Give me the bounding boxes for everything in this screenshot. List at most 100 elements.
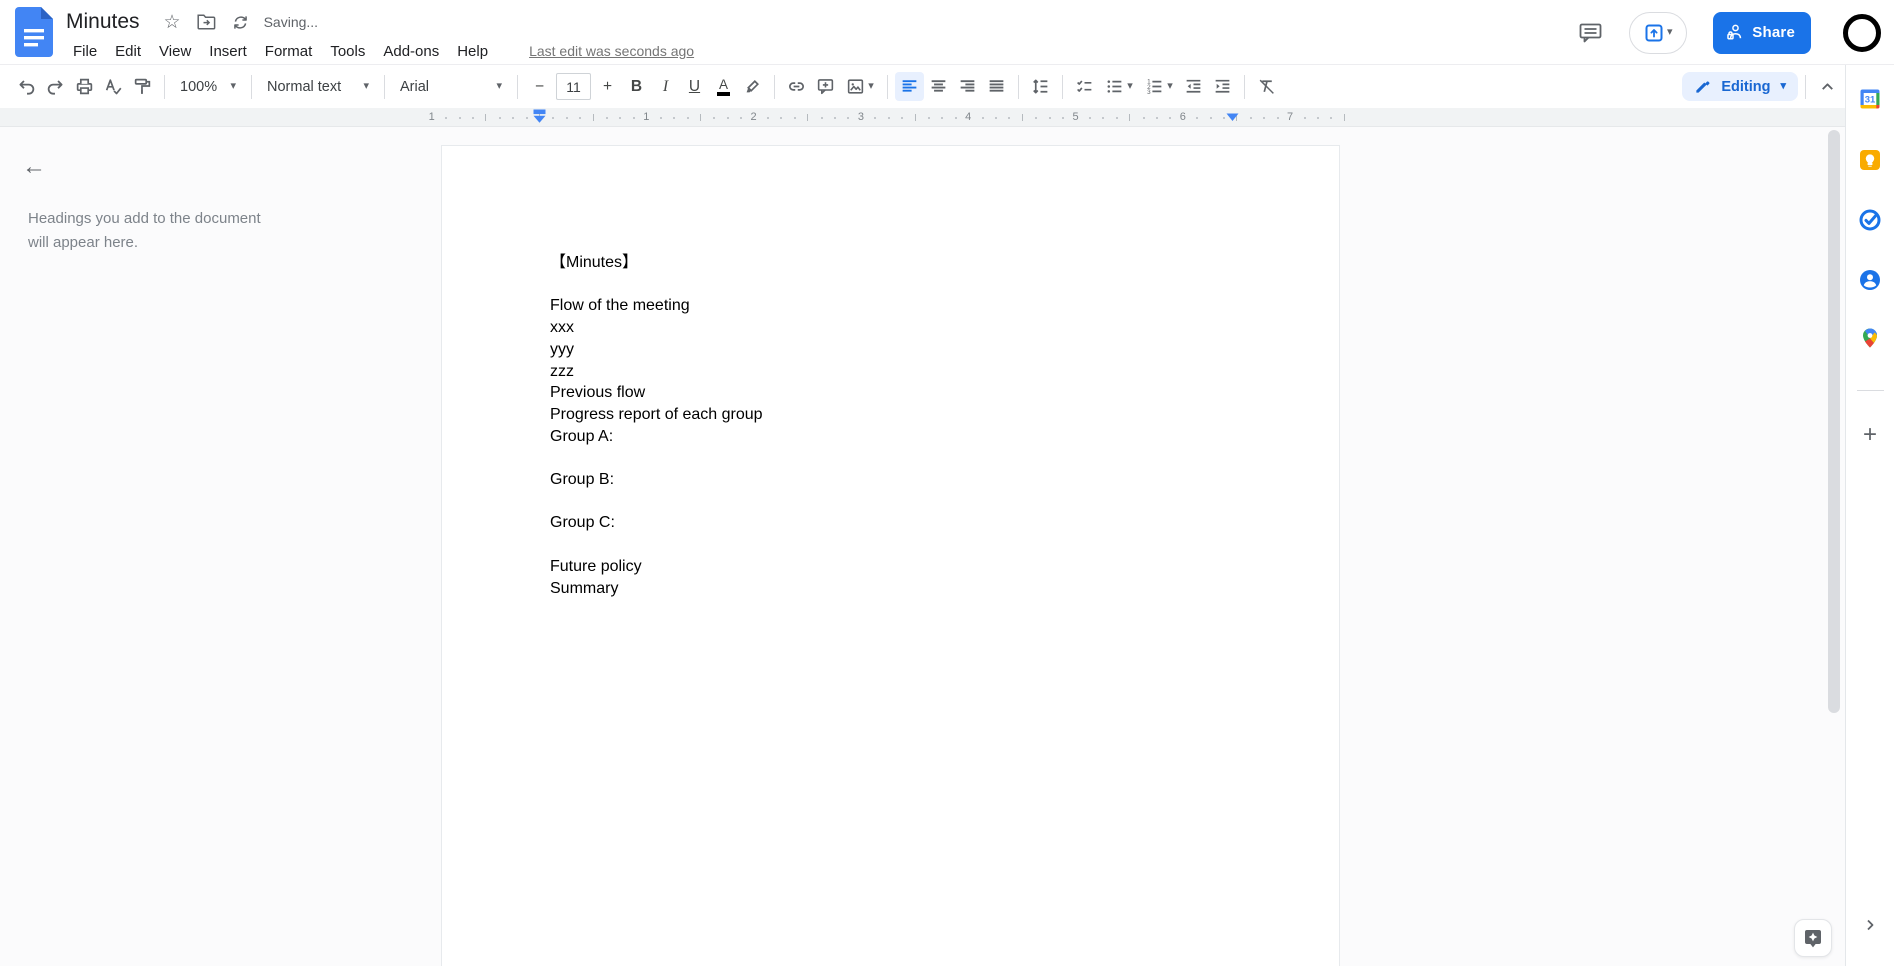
toolbar-divider <box>1018 74 1019 99</box>
toolbar-divider <box>251 74 252 99</box>
sidebar-divider <box>1857 390 1884 391</box>
ruler-tick <box>1088 117 1091 119</box>
justify-button[interactable] <box>982 72 1011 101</box>
explore-button[interactable] <box>1794 919 1832 957</box>
align-center-button[interactable] <box>924 72 953 101</box>
bulleted-list-button[interactable]: ▾ <box>1099 72 1139 101</box>
spellcheck-button[interactable] <box>99 72 128 101</box>
vertical-scrollbar[interactable] <box>1828 130 1840 713</box>
align-right-button[interactable] <box>953 72 982 101</box>
menu-tools[interactable]: Tools <box>321 41 374 62</box>
account-avatar[interactable] <box>1843 13 1881 52</box>
line-spacing-button[interactable] <box>1026 72 1055 101</box>
ruler-tick <box>1035 117 1038 119</box>
increase-indent-button[interactable] <box>1208 72 1237 101</box>
insert-image-button[interactable]: ▾ <box>840 72 880 101</box>
ruler-tick <box>498 117 501 119</box>
ruler-tick <box>445 117 448 119</box>
menu-file[interactable]: File <box>64 41 106 62</box>
menu-insert[interactable]: Insert <box>200 41 256 62</box>
toolbar-divider <box>384 74 385 99</box>
print-button[interactable] <box>70 72 99 101</box>
google-tasks-icon[interactable] <box>1859 209 1881 231</box>
italic-button[interactable]: I <box>651 72 680 101</box>
ruler-tick <box>1021 114 1023 121</box>
clear-formatting-button[interactable] <box>1252 72 1281 101</box>
decrease-indent-button[interactable] <box>1179 72 1208 101</box>
text-color-button[interactable]: A <box>709 72 738 101</box>
paint-format-button[interactable] <box>128 72 157 101</box>
left-indent-marker[interactable] <box>533 109 546 124</box>
google-docs-logo-icon[interactable] <box>15 7 53 57</box>
increase-font-size-button[interactable]: + <box>593 72 622 101</box>
menu-addons[interactable]: Add-ons <box>374 41 448 62</box>
menu-format[interactable]: Format <box>256 41 322 62</box>
ruler-number: 5 <box>1072 110 1079 123</box>
share-lock-person-icon <box>1727 24 1742 40</box>
document-page[interactable]: 【Minutes】 Flow of the meeting xxx yyy zz… <box>441 145 1340 966</box>
hide-menus-button[interactable] <box>1813 72 1842 101</box>
checklist-button[interactable] <box>1070 72 1099 101</box>
zoom-select[interactable]: 100% ▾ <box>172 75 244 99</box>
ruler-number: 4 <box>965 110 972 123</box>
chevron-down-icon: ▾ <box>1780 80 1786 92</box>
right-indent-marker[interactable] <box>1226 113 1239 122</box>
font-family-select[interactable]: Arial ▾ <box>392 75 510 99</box>
highlight-color-button[interactable] <box>738 72 767 101</box>
bold-button[interactable]: B <box>622 72 651 101</box>
close-outline-icon[interactable]: ← <box>22 155 46 179</box>
decrease-font-size-button[interactable]: − <box>525 72 554 101</box>
toolbar: 100% ▾ Normal text ▾ Arial ▾ − 11 + B I … <box>0 65 1894 108</box>
paragraph-style-select[interactable]: Normal text ▾ <box>259 75 377 99</box>
toolbar-divider <box>1805 74 1806 99</box>
font-family-value: Arial <box>400 78 430 95</box>
insert-link-button[interactable] <box>782 72 811 101</box>
ruler-tick <box>659 117 662 119</box>
align-left-button[interactable] <box>895 72 924 101</box>
ruler-tick <box>847 117 850 119</box>
star-icon[interactable]: ☆ <box>164 13 181 32</box>
menu-help[interactable]: Help <box>448 41 497 62</box>
undo-button[interactable] <box>12 72 41 101</box>
font-size-input[interactable]: 11 <box>556 73 591 100</box>
present-caret-icon: ▾ <box>1667 26 1673 38</box>
move-folder-icon[interactable] <box>197 14 216 30</box>
menu-view[interactable]: View <box>150 41 200 62</box>
google-contacts-icon[interactable] <box>1859 269 1881 291</box>
ruler-tick <box>1263 117 1266 119</box>
open-comments-button[interactable] <box>1578 21 1603 45</box>
ruler-tick <box>673 117 676 119</box>
ruler-tick <box>1062 117 1065 119</box>
share-button[interactable]: Share <box>1713 11 1811 54</box>
editing-mode-select[interactable]: Editing ▾ <box>1682 72 1798 101</box>
last-edit-link[interactable]: Last edit was seconds ago <box>529 43 694 59</box>
chevron-down-icon: ▾ <box>496 80 502 92</box>
chevron-down-icon: ▾ <box>1167 80 1173 92</box>
close-sidebar-chevron[interactable] <box>1862 917 1878 933</box>
ruler-tick <box>927 117 930 119</box>
ruler-tick <box>780 117 783 119</box>
numbered-list-button[interactable]: 1 2 3 ▾ <box>1139 72 1179 101</box>
menu-edit[interactable]: Edit <box>106 41 150 62</box>
ruler-tick <box>1142 117 1145 119</box>
get-add-ons-button[interactable]: + <box>1863 423 1877 447</box>
document-title[interactable]: Minutes <box>64 10 142 34</box>
ruler-tick <box>713 117 716 119</box>
ruler-tick <box>686 117 689 119</box>
underline-button[interactable]: U <box>680 72 709 101</box>
ruler-tick <box>981 117 984 119</box>
document-text[interactable]: 【Minutes】 Flow of the meeting xxx yyy zz… <box>550 252 1250 599</box>
horizontal-ruler[interactable]: 1 1 2 3 4 5 6 7 <box>0 108 1894 127</box>
ruler-tick <box>525 117 528 119</box>
redo-button[interactable] <box>41 72 70 101</box>
google-keep-icon[interactable] <box>1859 149 1881 171</box>
google-calendar-icon[interactable]: 31 <box>1859 88 1881 110</box>
ruler-tick <box>740 117 743 119</box>
google-maps-icon[interactable] <box>1859 327 1881 349</box>
chevron-down-icon: ▾ <box>1127 80 1133 92</box>
add-comment-button[interactable] <box>811 72 840 101</box>
present-to-meeting-button[interactable]: ▾ <box>1629 11 1688 54</box>
chevron-down-icon: ▾ <box>363 80 369 92</box>
ruler-tick <box>619 117 622 119</box>
ruler-number: 3 <box>857 110 864 123</box>
